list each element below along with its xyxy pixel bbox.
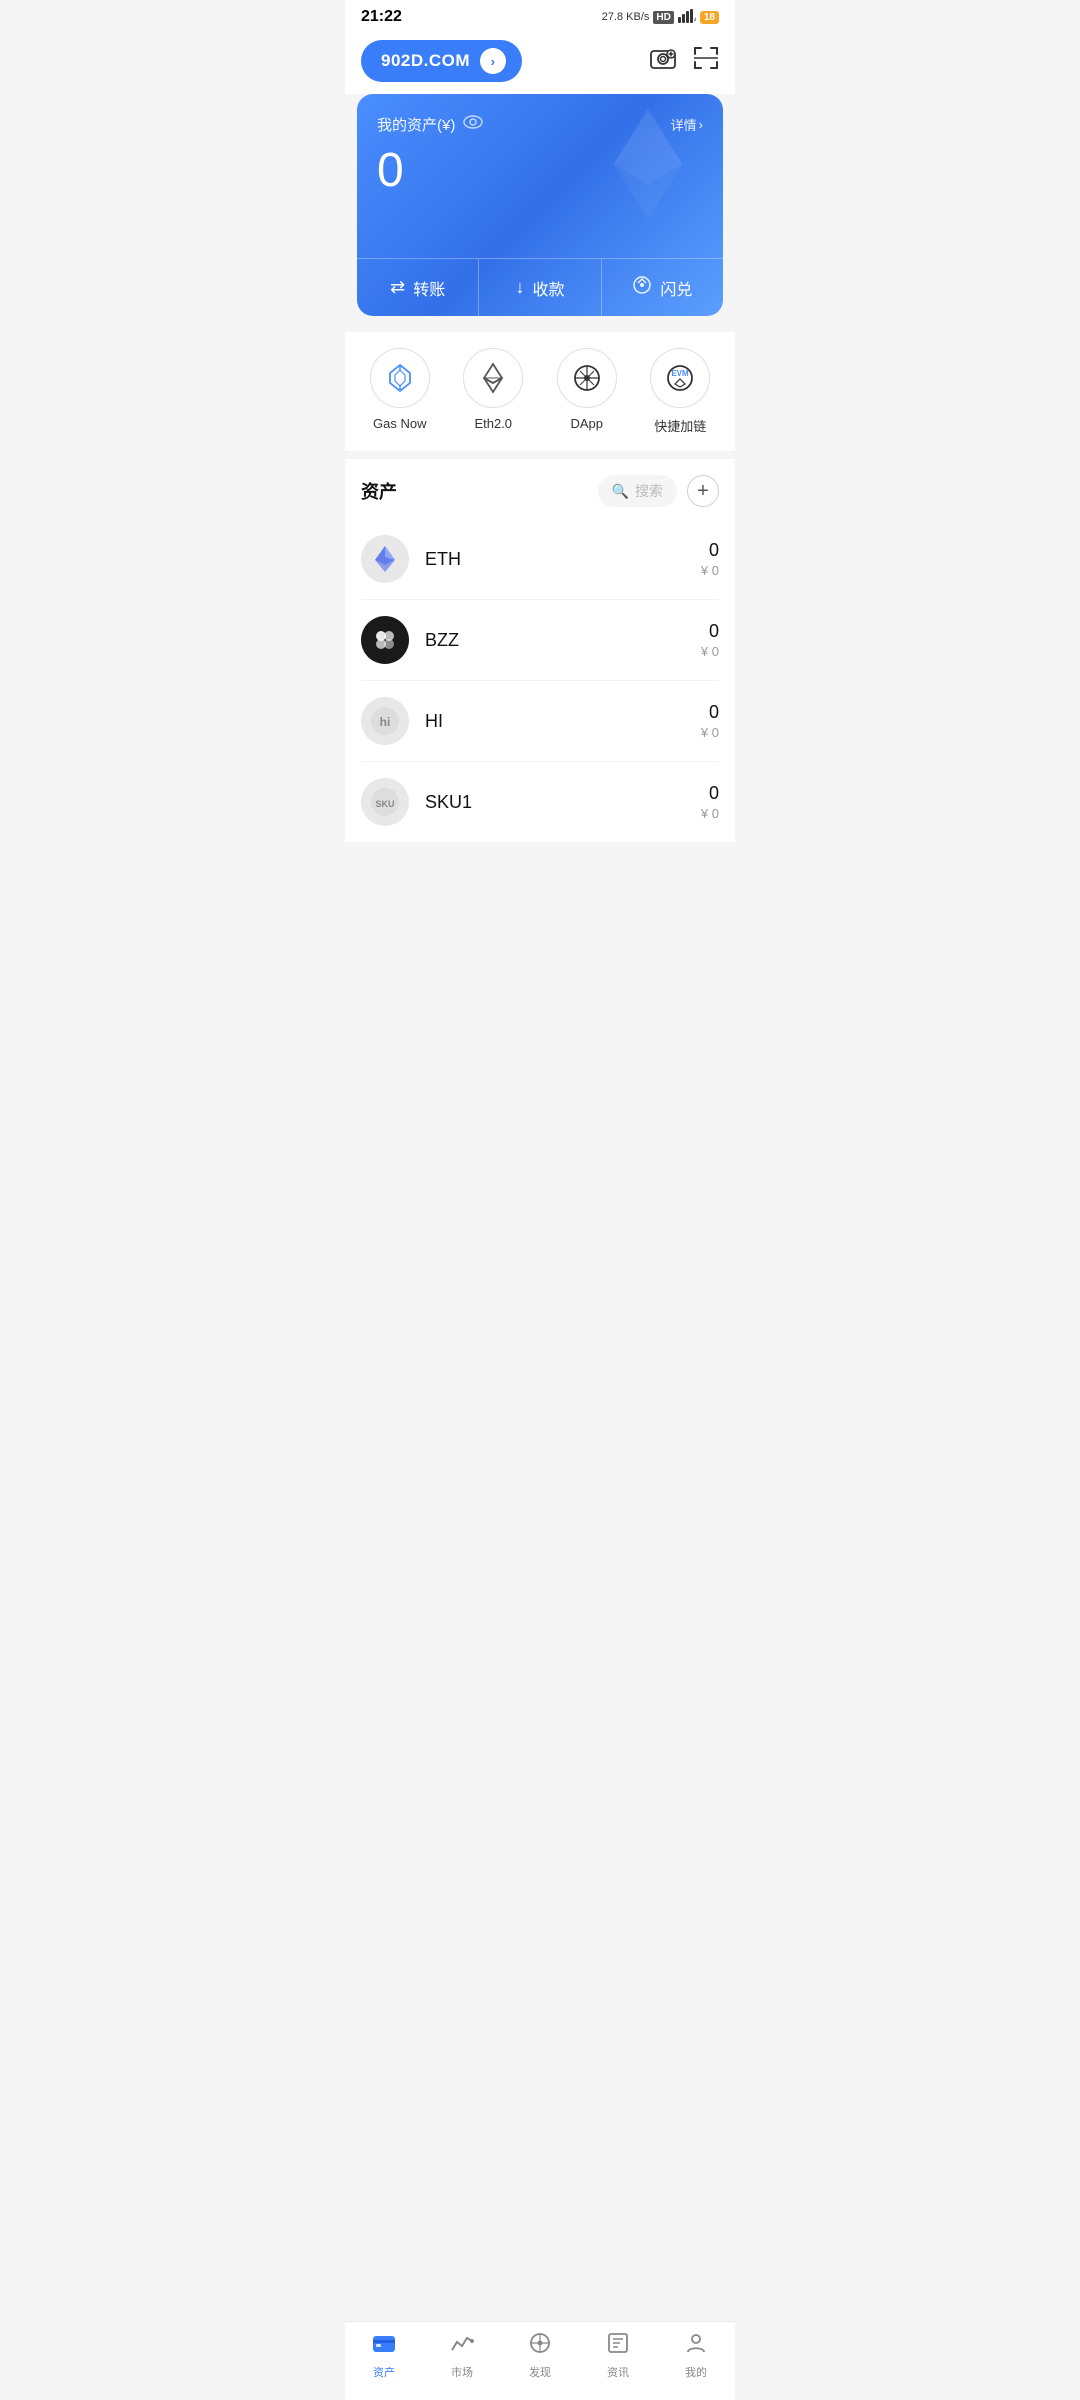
dapp-label: DApp (570, 416, 603, 431)
domain-arrow-icon: › (480, 48, 506, 74)
quick-nav: Gas Now Eth2.0 (345, 332, 735, 451)
hi-token-icon: hi (361, 697, 409, 745)
scan-icon[interactable] (693, 46, 719, 77)
quick-nav-gas-now[interactable]: Gas Now (370, 348, 430, 435)
flash-swap-icon (632, 275, 652, 300)
search-box[interactable]: 🔍 搜索 (598, 475, 677, 507)
nav-assets-label: 资产 (373, 2364, 395, 2380)
header-icons (649, 46, 719, 77)
receive-button[interactable]: ↓ 收款 (479, 259, 601, 316)
assets-header: 资产 🔍 搜索 + (361, 459, 719, 519)
bzz-token-icon (361, 616, 409, 664)
eye-icon[interactable] (463, 115, 483, 134)
asset-label: 我的资产(¥) (377, 114, 483, 135)
sku1-amount: 0 (701, 783, 719, 804)
asset-item-eth[interactable]: ETH 0 ¥ 0 (361, 519, 719, 600)
transfer-button[interactable]: ⇄ 转账 (357, 259, 479, 316)
sku1-symbol: SKU1 (425, 792, 701, 813)
header: 902D.COM › (345, 30, 735, 94)
asset-label-text: 我的资产(¥) (377, 114, 455, 135)
sku1-cny: ¥ 0 (701, 806, 719, 821)
nav-discover-label: 发现 (529, 2364, 551, 2380)
bzz-balance: 0 ¥ 0 (701, 621, 719, 659)
nav-news-label: 资讯 (607, 2364, 629, 2380)
hi-cny: ¥ 0 (701, 725, 719, 740)
flash-swap-label: 闪兑 (660, 276, 692, 300)
quick-chain-icon: EVM (650, 348, 710, 408)
bzz-cny: ¥ 0 (701, 644, 719, 659)
nav-news[interactable]: 资讯 (606, 2332, 630, 2380)
eth-balance: 0 ¥ 0 (701, 540, 719, 578)
nav-news-icon (606, 2332, 630, 2360)
eth2-icon (463, 348, 523, 408)
search-icon: 🔍 (612, 483, 629, 500)
nav-assets[interactable]: 资产 (372, 2332, 396, 2380)
camera-add-icon[interactable] (649, 46, 677, 77)
quick-nav-quick-chain[interactable]: EVM 快捷加链 (650, 348, 710, 435)
receive-label: 收款 (532, 276, 564, 300)
quick-nav-dapp[interactable]: DApp (557, 348, 617, 435)
eth-cny: ¥ 0 (701, 563, 719, 578)
nav-mine-label: 我的 (685, 2364, 707, 2380)
dapp-icon (557, 348, 617, 408)
search-placeholder: 搜索 (635, 481, 663, 501)
assets-title: 资产 (361, 478, 397, 504)
gas-now-label: Gas Now (373, 416, 426, 431)
asset-item-bzz[interactable]: BZZ 0 ¥ 0 (361, 600, 719, 681)
asset-item-hi[interactable]: hi HI 0 ¥ 0 (361, 681, 719, 762)
quick-nav-eth2[interactable]: Eth2.0 (463, 348, 523, 435)
hi-balance: 0 ¥ 0 (701, 702, 719, 740)
hi-symbol: HI (425, 711, 701, 732)
bzz-symbol: BZZ (425, 630, 701, 651)
assets-tools: 🔍 搜索 + (598, 475, 719, 507)
network-icon: 4G (678, 9, 696, 26)
svg-text:hi: hi (380, 715, 391, 729)
sku1-balance: 0 ¥ 0 (701, 783, 719, 821)
flash-swap-button[interactable]: 闪兑 (602, 259, 723, 316)
asset-actions: ⇄ 转账 ↓ 收款 闪兑 (357, 258, 723, 316)
svg-text:EVM: EVM (672, 369, 690, 378)
speed-text: 27.8 KB/s (602, 11, 650, 23)
bottom-nav: 资产 市场 发现 (345, 2321, 735, 2400)
bzz-amount: 0 (701, 621, 719, 642)
add-asset-button[interactable]: + (687, 475, 719, 507)
nav-market-icon (450, 2332, 474, 2360)
domain-text: 902D.COM (381, 51, 470, 71)
detail-link[interactable]: 详情 › (671, 115, 703, 134)
eth-token-icon (361, 535, 409, 583)
asset-card: 我的资产(¥) 详情 › 0 ⇄ 转账 ↓ 收款 (357, 94, 723, 316)
nav-mine[interactable]: 我的 (684, 2332, 708, 2380)
nav-market[interactable]: 市场 (450, 2332, 474, 2380)
transfer-label: 转账 (413, 276, 445, 300)
asset-item-sku1[interactable]: SKU SKU1 0 ¥ 0 (361, 762, 719, 842)
status-icons: 27.8 KB/s HD 4G 18 (602, 9, 719, 26)
transfer-icon: ⇄ (390, 277, 405, 298)
gas-now-icon (370, 348, 430, 408)
eth2-label: Eth2.0 (474, 416, 512, 431)
domain-badge[interactable]: 902D.COM › (361, 40, 522, 82)
receive-icon: ↓ (515, 277, 524, 298)
assets-section: 资产 🔍 搜索 + ETH 0 ¥ (345, 459, 735, 842)
hd-badge: HD (653, 11, 673, 24)
nav-mine-icon (684, 2332, 708, 2360)
status-bar: 21:22 27.8 KB/s HD 4G 18 (345, 0, 735, 30)
eth-amount: 0 (701, 540, 719, 561)
nav-discover-icon (528, 2332, 552, 2360)
sku1-token-icon: SKU (361, 778, 409, 826)
status-time: 21:22 (361, 8, 402, 26)
nav-market-label: 市场 (451, 2364, 473, 2380)
nav-assets-icon (372, 2332, 396, 2360)
hi-amount: 0 (701, 702, 719, 723)
nav-discover[interactable]: 发现 (528, 2332, 552, 2380)
eth-symbol: ETH (425, 549, 701, 570)
battery-icon: 18 (700, 11, 719, 24)
svg-text:SKU: SKU (375, 799, 394, 809)
svg-text:4G: 4G (694, 14, 696, 23)
quick-chain-label: 快捷加链 (654, 416, 706, 435)
